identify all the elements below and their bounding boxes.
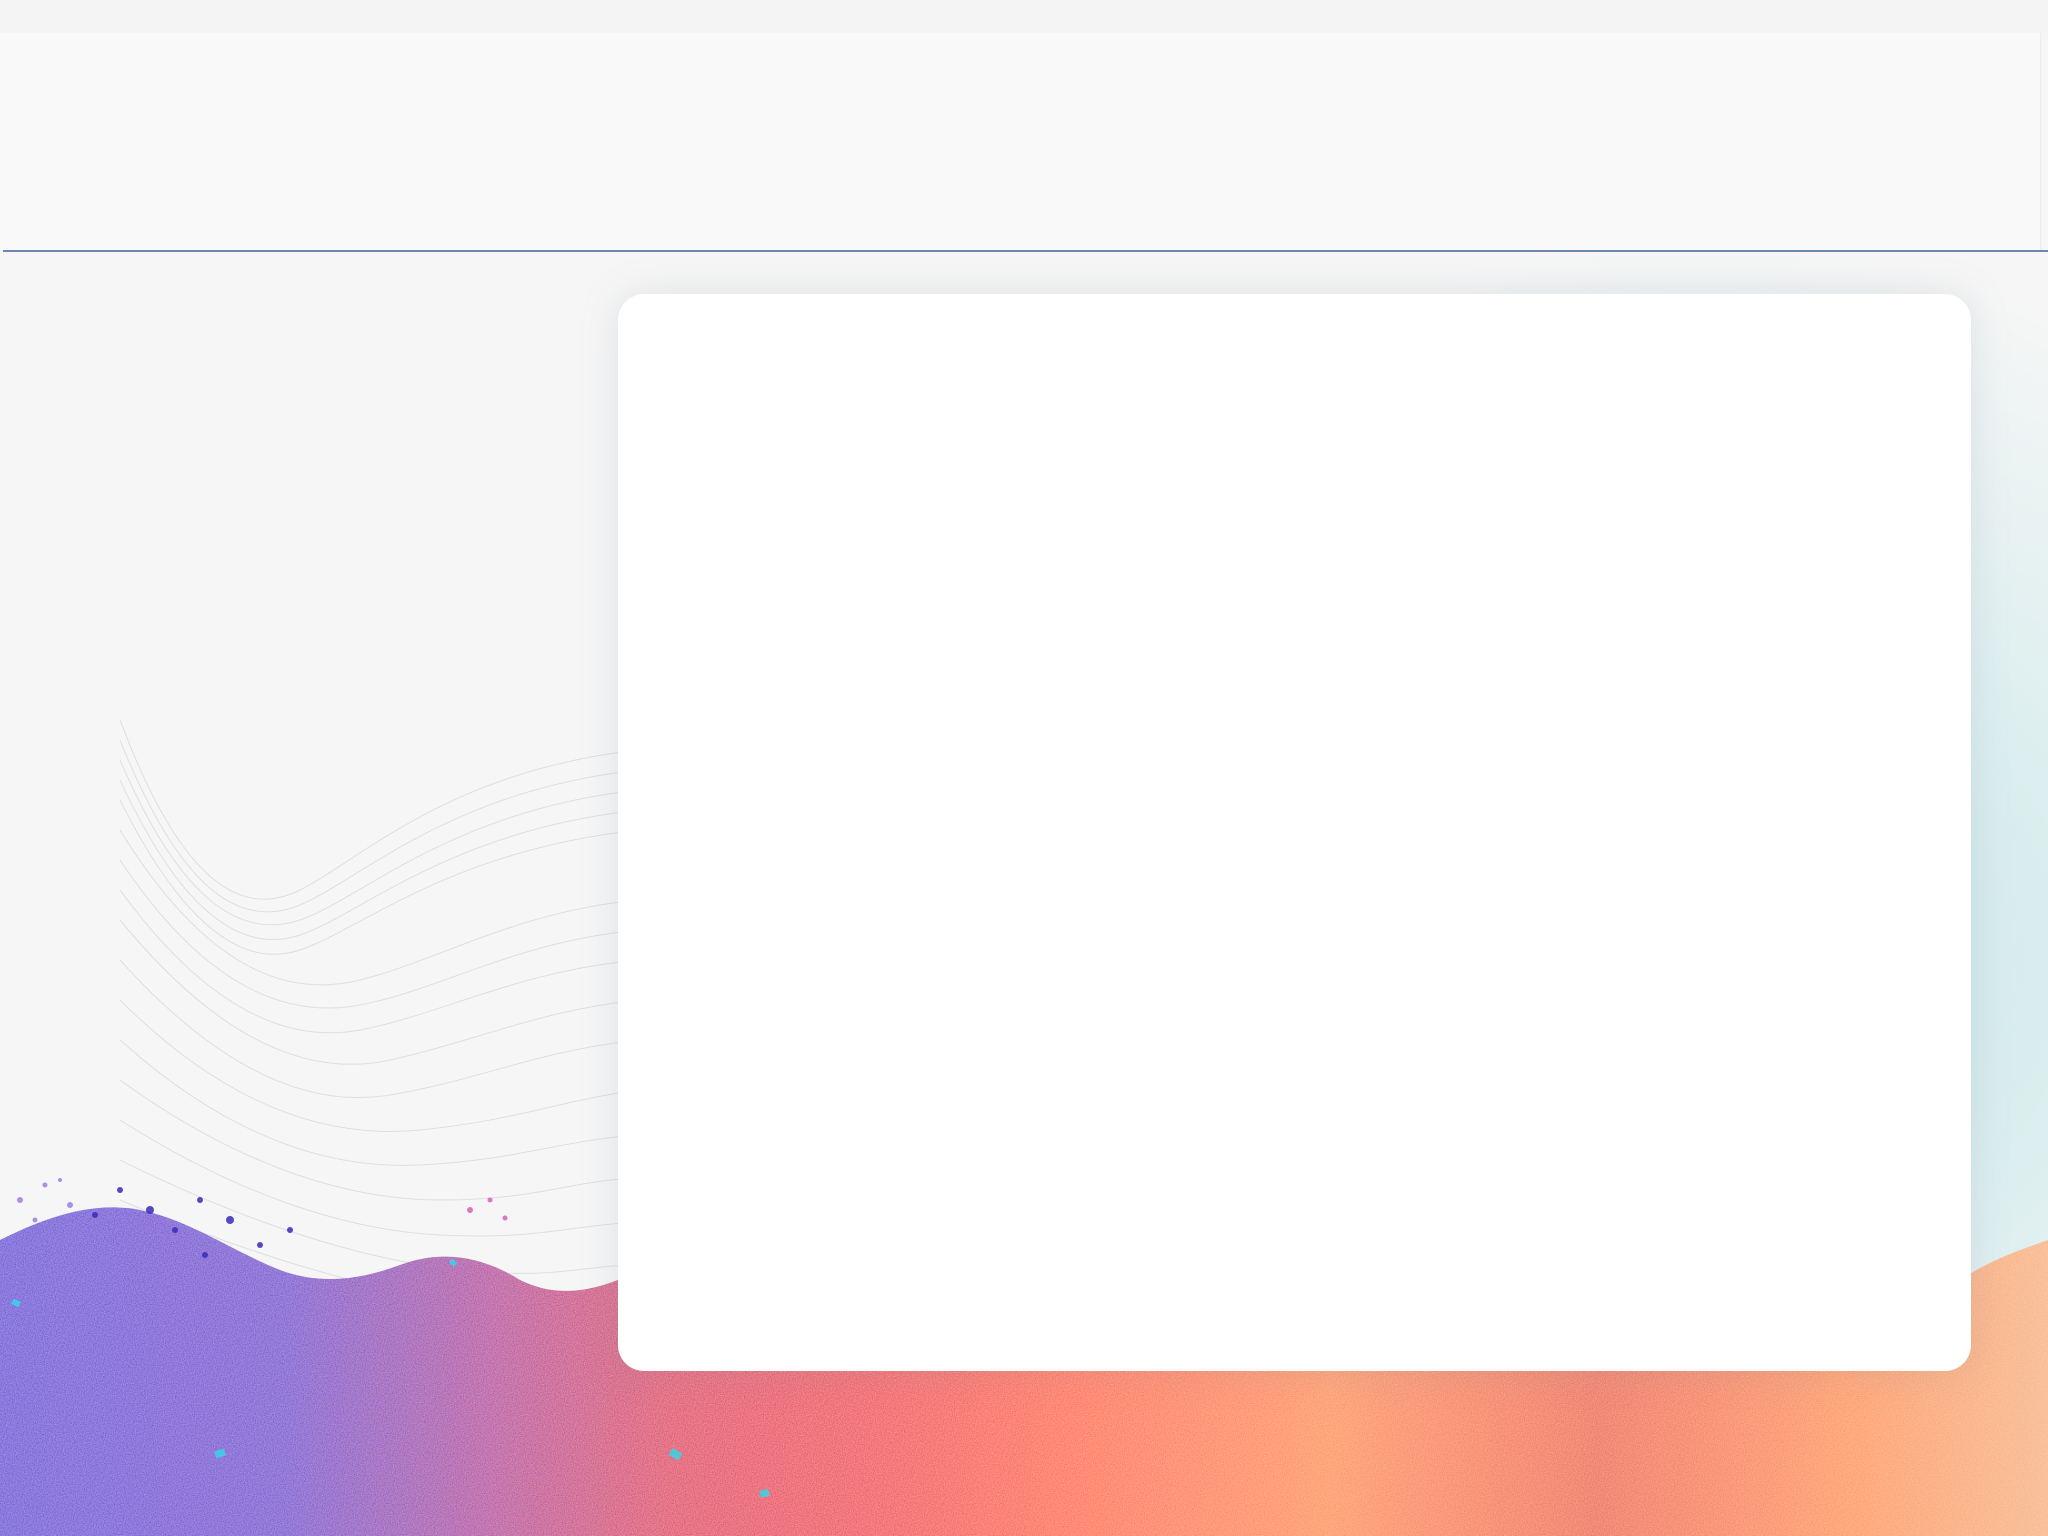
page xyxy=(0,0,2048,1536)
header-bar xyxy=(0,33,2041,250)
main-content-card xyxy=(618,294,1971,1371)
top-strip xyxy=(0,0,2048,33)
